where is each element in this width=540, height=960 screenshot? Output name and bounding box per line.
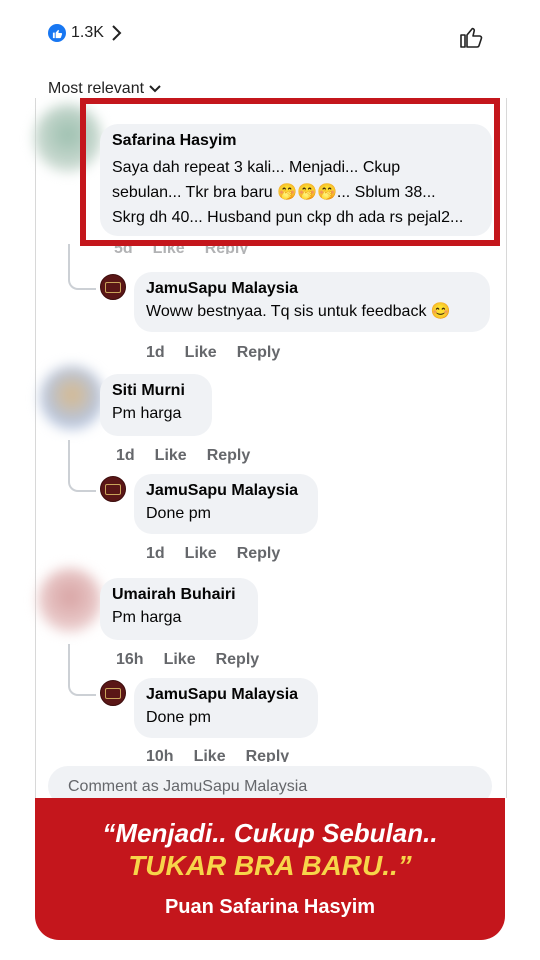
reply-connector (68, 244, 96, 290)
comment-text: Pm harga (112, 405, 182, 422)
avatar[interactable] (40, 366, 104, 430)
comment-bubble: Siti Murni Pm harga (100, 374, 212, 436)
reply-actions: 1d Like Reply (146, 344, 280, 362)
reply-text: Done pm (146, 505, 211, 522)
reply-link[interactable]: Reply (207, 447, 251, 465)
testimonial-banner: “Menjadi.. Cukup Sebulan.. TUKAR BRA BAR… (35, 798, 505, 940)
reply-link[interactable]: Reply (246, 748, 290, 762)
banner-customer-name: Puan Safarina Hasyim (164, 896, 376, 918)
reply-time: 1d (146, 344, 165, 361)
chevron-down-icon (149, 85, 161, 93)
chevron-right-icon (112, 25, 122, 41)
page-avatar[interactable] (100, 274, 126, 300)
page-avatar[interactable] (100, 476, 126, 502)
sort-label: Most relevant (48, 80, 145, 97)
reaction-summary[interactable]: 1.3K (48, 24, 122, 42)
like-link[interactable]: Like (194, 748, 226, 762)
highlight-frame (80, 98, 500, 246)
comment-author[interactable]: Umairah Buhairi (112, 586, 246, 604)
reply-text: Woww bestnyaa. Tq sis untuk feedback 😊 (146, 303, 451, 320)
like-reaction-icon (48, 24, 66, 42)
reply-actions: 1d Like Reply (146, 545, 280, 563)
reply-author[interactable]: JamuSapu Malaysia (146, 280, 478, 298)
comment-actions: 16h Like Reply (116, 651, 259, 669)
comment-time: 16h (116, 651, 144, 668)
reply-text: Done pm (146, 709, 211, 726)
comment-text: Pm harga (112, 609, 182, 626)
reply-link[interactable]: Reply (216, 651, 260, 669)
reply-actions: 10h Like Reply (146, 748, 289, 762)
reply-link[interactable]: Reply (237, 545, 281, 563)
comment-time: 1d (116, 447, 135, 464)
like-link[interactable]: Like (185, 545, 217, 563)
like-link[interactable]: Like (164, 651, 196, 669)
reply-bubble: JamuSapu Malaysia Woww bestnyaa. Tq sis … (134, 272, 490, 332)
reply-bubble: JamuSapu Malaysia Done pm (134, 678, 318, 738)
like-icon[interactable] (458, 24, 484, 50)
like-link[interactable]: Like (185, 344, 217, 362)
banner-quote-line2: TUKAR BRA BARU..” (128, 850, 412, 881)
reply-connector (68, 644, 96, 696)
comment-actions: 1d Like Reply (116, 447, 250, 465)
reply-author[interactable]: JamuSapu Malaysia (146, 686, 306, 704)
reply-link[interactable]: Reply (237, 344, 281, 362)
reply-time: 10h (146, 748, 174, 762)
reply-time: 1d (146, 545, 165, 562)
like-link[interactable]: Like (155, 447, 187, 465)
page-avatar[interactable] (100, 680, 126, 706)
avatar[interactable] (38, 568, 102, 632)
banner-quote-line1: “Menjadi.. Cukup Sebulan.. (102, 818, 438, 848)
reaction-count: 1.3K (71, 24, 104, 41)
comment-bubble: Umairah Buhairi Pm harga (100, 578, 258, 640)
sort-dropdown[interactable]: Most relevant (48, 80, 161, 98)
reply-connector (68, 440, 96, 492)
reply-bubble: JamuSapu Malaysia Done pm (134, 474, 318, 534)
comment-author[interactable]: Siti Murni (112, 382, 200, 400)
reply-author[interactable]: JamuSapu Malaysia (146, 482, 306, 500)
